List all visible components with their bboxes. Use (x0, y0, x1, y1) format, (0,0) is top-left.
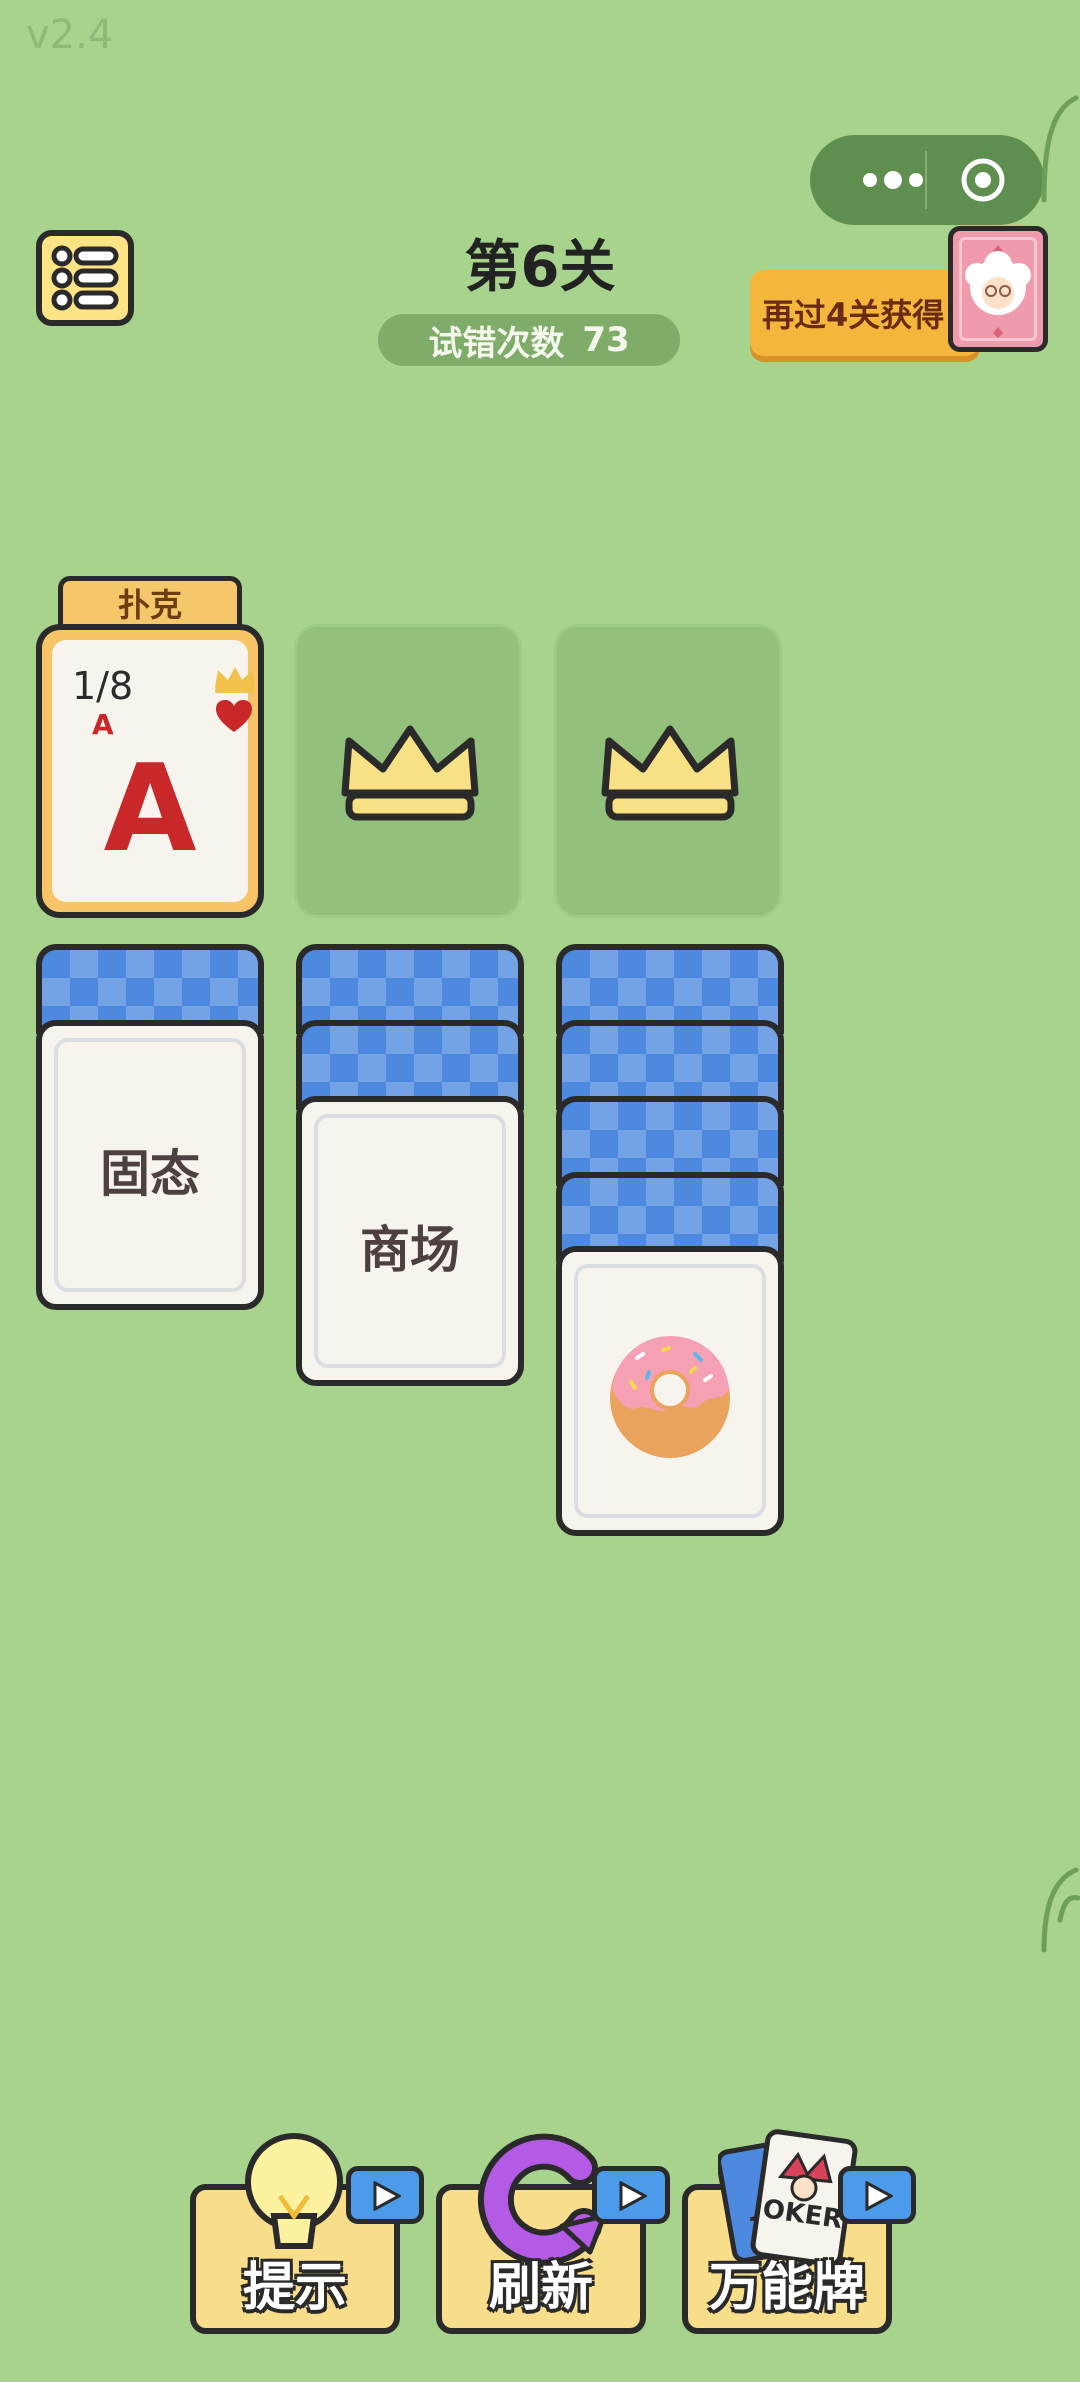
crown-icon (341, 725, 479, 821)
close-miniprogram-icon[interactable] (960, 157, 1006, 203)
watch-ad-badge[interactable] (592, 2166, 670, 2224)
poker-category-tab: 扑克 (58, 576, 242, 630)
joker-text: JOKER (749, 2193, 844, 2232)
hint-label: 提示 (242, 2258, 347, 2318)
reward-card[interactable] (948, 226, 1048, 352)
foundation-progress: 1/8 (72, 664, 134, 708)
refresh-label: 刷新 (488, 2258, 593, 2318)
menu-button[interactable] (36, 230, 134, 326)
empty-foundation-slot[interactable] (554, 624, 782, 918)
crown-icon (215, 667, 255, 693)
play-icon (373, 2181, 401, 2211)
donut-icon (610, 1336, 730, 1458)
level-title: 第6关 (464, 235, 616, 300)
list-icon (51, 245, 119, 311)
svg-text:JOKER: JOKER (749, 2193, 844, 2232)
word-card[interactable]: 商场 (296, 1096, 524, 1386)
tries-value: 73 (582, 320, 630, 360)
joker-label: 万能牌 (708, 2258, 865, 2318)
version-label: v2.4 (26, 12, 114, 58)
heart-icon (216, 700, 252, 732)
card-word: 固态 (100, 1145, 200, 1203)
play-icon (619, 2181, 647, 2211)
reward-banner[interactable]: 再过4关获得 (750, 270, 980, 356)
grass-decoration-icon (1041, 95, 1079, 203)
empty-foundation-slot[interactable] (294, 624, 522, 918)
granny-avatar-icon (965, 245, 1031, 338)
crown-icon (601, 725, 739, 821)
corner-rank: A (92, 708, 114, 741)
card-word: 商场 (360, 1221, 460, 1279)
tries-counter: 试错次数 73 (378, 314, 680, 366)
play-icon (865, 2181, 893, 2211)
tries-label: 试错次数 (428, 323, 565, 364)
foundation-ace-card[interactable]: 1/8 A A (36, 624, 264, 918)
grass-decoration-icon (1041, 1867, 1080, 1953)
word-card[interactable]: 固态 (36, 1020, 264, 1310)
watch-ad-badge[interactable] (838, 2166, 916, 2224)
miniprogram-capsule (810, 135, 1044, 225)
picture-card[interactable] (556, 1246, 784, 1536)
capsule-divider (925, 151, 927, 209)
watch-ad-badge[interactable] (346, 2166, 424, 2224)
more-options-icon[interactable] (858, 163, 928, 197)
reward-text: 再过4关获得 (762, 296, 945, 334)
ace-rank: A (103, 740, 197, 879)
